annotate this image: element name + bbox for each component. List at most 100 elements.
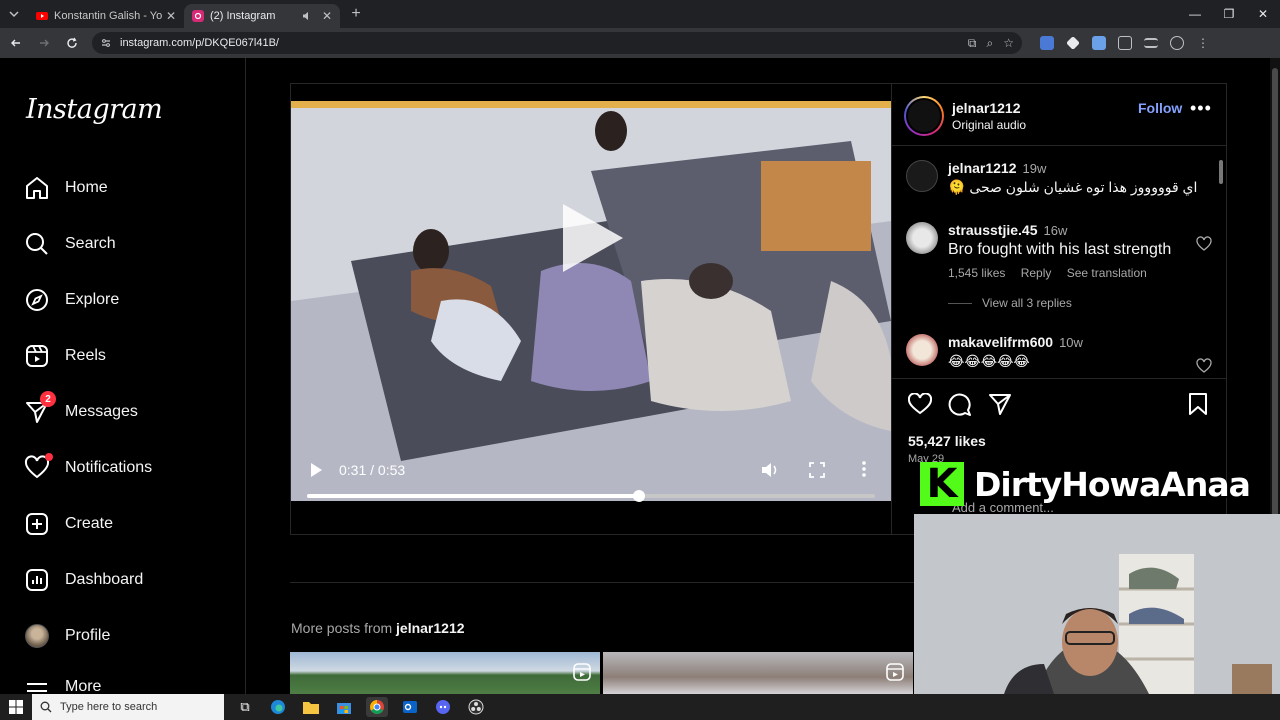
- install-app-icon[interactable]: ⧉: [968, 36, 977, 51]
- post-actions: 55,427 likes May 29 Add a comment...: [892, 378, 1227, 534]
- video-frame[interactable]: [291, 101, 891, 501]
- start-button[interactable]: [0, 694, 32, 720]
- tab-search-button[interactable]: [0, 0, 28, 28]
- post-username[interactable]: jelnar1212: [952, 100, 1021, 116]
- reload-button[interactable]: [60, 31, 84, 55]
- fullscreen-icon[interactable]: [809, 462, 825, 478]
- play-overlay-icon[interactable]: [563, 204, 623, 272]
- instagram-logo[interactable]: Instagram: [26, 94, 163, 125]
- speaker-icon[interactable]: [302, 11, 312, 21]
- progress-knob[interactable]: [633, 490, 646, 502]
- chevron-down-icon: [9, 11, 19, 18]
- store-icon[interactable]: [333, 697, 355, 717]
- avatar[interactable]: [906, 334, 938, 366]
- extension-blue-icon[interactable]: [1092, 36, 1106, 50]
- comment-username[interactable]: strausstjie.45 16w: [948, 222, 1067, 238]
- sidebar-item-reels[interactable]: Reels: [24, 342, 106, 370]
- see-translation-button[interactable]: See translation: [1067, 266, 1147, 280]
- sidebar-item-messages[interactable]: 2 Messages: [24, 391, 138, 426]
- site-info-icon[interactable]: [100, 37, 112, 49]
- like-heart-icon[interactable]: [908, 393, 932, 415]
- video-player[interactable]: 0:31 / 0:53: [291, 84, 891, 534]
- minimize-icon[interactable]: —: [1178, 7, 1212, 21]
- bookmark-star-icon[interactable]: ☆: [1003, 36, 1014, 51]
- sidebar-item-create[interactable]: Create: [24, 510, 113, 538]
- sidebar-item-more[interactable]: More: [24, 678, 101, 694]
- video-progress-bar[interactable]: [307, 490, 875, 502]
- close-tab-icon[interactable]: ✕: [322, 9, 332, 23]
- extension-diamond-icon[interactable]: [1066, 36, 1080, 50]
- comment-username[interactable]: makavelifrm600 10w: [948, 334, 1083, 350]
- extensions-puzzle-icon[interactable]: [1118, 36, 1132, 50]
- heart-icon[interactable]: [1196, 236, 1212, 252]
- sidebar-item-explore[interactable]: Explore: [24, 286, 119, 314]
- comment-meta: 1,545 likes Reply See translation: [948, 266, 1159, 280]
- follow-button[interactable]: Follow: [1138, 100, 1182, 116]
- file-explorer-icon[interactable]: [300, 697, 322, 717]
- reels-icon: [573, 663, 591, 681]
- zoom-icon[interactable]: ⌕: [987, 36, 994, 51]
- more-posts-username[interactable]: jelnar1212: [396, 620, 465, 636]
- view-replies-button[interactable]: View all 3 replies: [948, 296, 1072, 310]
- kebab-menu-icon[interactable]: ⋮: [1196, 36, 1210, 50]
- more-posts-heading: More posts from jelnar1212: [291, 620, 465, 636]
- reply-button[interactable]: Reply: [1021, 266, 1052, 280]
- sidebar-item-notifications[interactable]: Notifications: [24, 453, 152, 482]
- browser-toolbar: instagram.com/p/DKQE067l41B/ ⧉ ⌕ ☆ ⋮: [0, 28, 1280, 58]
- play-icon[interactable]: [309, 462, 323, 478]
- tab-instagram[interactable]: (2) Instagram ✕: [184, 4, 340, 28]
- discord-icon[interactable]: [432, 697, 454, 717]
- notification-dot: [45, 453, 53, 461]
- profile-icon[interactable]: [1170, 36, 1184, 50]
- back-button[interactable]: [4, 31, 28, 55]
- reels-icon: [886, 663, 904, 681]
- bookmark-icon[interactable]: [1188, 393, 1208, 415]
- sidebar-item-profile[interactable]: Profile: [24, 622, 110, 650]
- video-content-image: [291, 101, 891, 501]
- story-ring[interactable]: [904, 96, 944, 136]
- media-controls-icon[interactable]: [1144, 38, 1158, 48]
- address-bar[interactable]: instagram.com/p/DKQE067l41B/ ⧉ ⌕ ☆: [92, 32, 1022, 54]
- comment-likes[interactable]: 1,545 likes: [948, 266, 1005, 280]
- likes-count[interactable]: 55,427 likes: [908, 433, 986, 449]
- streamer-overlay: K DirtyHowaAnaa: [920, 460, 1280, 508]
- comment-username[interactable]: jelnar1212 19w: [948, 160, 1046, 176]
- avatar[interactable]: [906, 160, 938, 192]
- comment-icon[interactable]: [948, 393, 972, 417]
- edge-icon[interactable]: [267, 697, 289, 717]
- arrow-right-icon: [40, 39, 49, 47]
- sidebar-item-home[interactable]: Home: [24, 174, 108, 202]
- more-options-icon[interactable]: •••: [1190, 98, 1212, 119]
- post-thumbnail[interactable]: [603, 652, 913, 694]
- webcam-feed-image: [914, 514, 1280, 694]
- close-tab-icon[interactable]: ✕: [166, 9, 176, 23]
- sidebar-item-search[interactable]: Search: [24, 230, 116, 258]
- outlook-icon[interactable]: [399, 697, 421, 717]
- forward-button[interactable]: [32, 31, 56, 55]
- restore-icon[interactable]: ❐: [1212, 7, 1246, 21]
- scroll-thumb[interactable]: [1219, 160, 1223, 184]
- sidebar-item-dashboard[interactable]: Dashboard: [24, 566, 143, 594]
- tab-youtube[interactable]: Konstantin Galish - YouTube ✕: [28, 4, 184, 28]
- obs-icon[interactable]: [465, 697, 487, 717]
- comment-text: 😂😂😂😂😂: [948, 353, 1030, 369]
- audio-label[interactable]: Original audio: [952, 118, 1026, 132]
- tab-title: (2) Instagram: [210, 10, 276, 22]
- avatar[interactable]: [906, 222, 938, 254]
- sidebar-item-label: Dashboard: [65, 571, 144, 588]
- taskbar-search-input[interactable]: Type here to search: [32, 694, 224, 720]
- sidebar-item-label: Create: [65, 515, 114, 532]
- more-options-icon[interactable]: [861, 460, 867, 478]
- share-icon[interactable]: [988, 393, 1012, 415]
- heart-icon[interactable]: [1196, 358, 1212, 374]
- chrome-icon[interactable]: [366, 697, 388, 717]
- close-window-icon[interactable]: ✕: [1246, 7, 1280, 21]
- post-thumbnail[interactable]: [290, 652, 600, 694]
- new-tab-button[interactable]: +: [344, 5, 368, 23]
- translate-extension-icon[interactable]: [1040, 36, 1054, 50]
- streamer-name: DirtyHowaAnaa: [974, 464, 1251, 504]
- arrow-left-icon: [11, 39, 20, 47]
- volume-icon[interactable]: [761, 462, 779, 478]
- comments-scrollbar[interactable]: [1218, 150, 1224, 376]
- task-view-icon[interactable]: ⧉: [234, 697, 256, 717]
